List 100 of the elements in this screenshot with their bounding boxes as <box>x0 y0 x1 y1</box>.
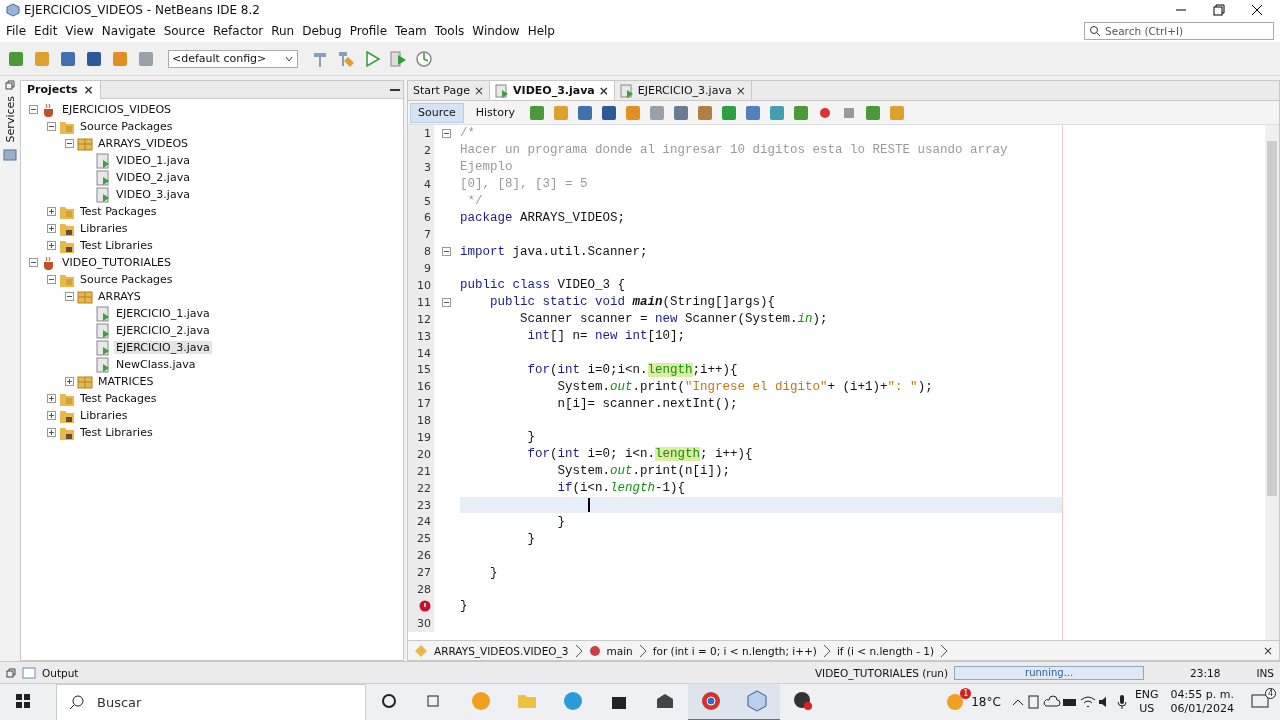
clock-time[interactable]: 04:55 p. m. <box>1170 688 1234 702</box>
package-icon <box>77 373 93 390</box>
tree-item[interactable]: Source Packages <box>78 120 175 133</box>
breadcrumb[interactable]: main <box>606 644 633 657</box>
search-icon <box>1089 25 1101 37</box>
collapse-toggle[interactable] <box>47 122 56 131</box>
menu-item[interactable]: Window <box>468 24 524 38</box>
scrollbar-thumb[interactable] <box>1267 141 1277 496</box>
menu-item[interactable]: Refactor <box>208 24 268 38</box>
wifi-icon[interactable] <box>1078 694 1097 710</box>
notification-badge: 1 <box>960 688 972 699</box>
search-field[interactable]: Search (Ctrl+I) <box>1084 22 1274 40</box>
database-icon[interactable] <box>3 148 17 163</box>
view-tab[interactable]: Source <box>410 102 464 123</box>
microphone-icon[interactable] <box>1114 694 1129 710</box>
collapse-toggle[interactable] <box>29 105 38 114</box>
expand-toggle[interactable] <box>65 377 74 386</box>
weather-icon[interactable] <box>945 692 966 712</box>
tree-item[interactable]: ARRAYS <box>96 290 143 303</box>
tree-item[interactable]: Test Libraries <box>78 239 155 252</box>
expand-toggle[interactable] <box>47 428 56 437</box>
chrome-icon[interactable] <box>701 691 721 711</box>
output-tab[interactable]: Output <box>42 666 79 679</box>
search-icon <box>69 694 85 710</box>
expand-toggle[interactable] <box>47 411 56 420</box>
menu-item[interactable]: Run <box>267 24 299 38</box>
config-dropdown[interactable]: <default config> <box>168 49 298 68</box>
editor-tab[interactable]: VIDEO_3.java × <box>490 81 615 100</box>
breadcrumb[interactable]: ARRAYS_VIDEOS.VIDEO_3 <box>434 644 569 657</box>
expand-toggle[interactable] <box>47 224 56 233</box>
view-tab[interactable]: History <box>467 102 523 123</box>
recorder-icon[interactable] <box>792 690 814 712</box>
tree-item[interactable]: VIDEO_TUTORIALES <box>60 256 173 269</box>
tree-item[interactable]: Libraries <box>78 409 130 422</box>
clock-date[interactable]: 06/01/2024 <box>1170 702 1234 716</box>
cortana-icon[interactable] <box>381 693 397 709</box>
tree-item[interactable]: Test Libraries <box>78 426 155 439</box>
menu-item[interactable]: File <box>2 24 31 38</box>
collapse-toggle[interactable] <box>47 275 56 284</box>
collapse-toggle[interactable] <box>29 258 38 267</box>
expand-toggle[interactable] <box>47 241 56 250</box>
close-tab-button[interactable]: × <box>474 83 485 98</box>
language[interactable]: ENG <box>1134 688 1159 702</box>
fold-toggle[interactable] <box>442 297 451 307</box>
collapse-toggle[interactable] <box>65 139 74 148</box>
tree-item[interactable]: EJERCICIO_2.java <box>114 324 212 337</box>
services-tab[interactable]: Services <box>3 96 17 143</box>
restore-window-icon[interactable] <box>5 80 15 90</box>
close-icon[interactable] <box>1251 4 1263 16</box>
cube-icon[interactable] <box>746 690 768 712</box>
fold-toggle[interactable] <box>442 128 451 138</box>
tree-item[interactable]: NewClass.java <box>114 358 198 371</box>
tree-item[interactable]: Test Packages <box>78 205 159 218</box>
code-line: System.out.print(n[i]); <box>556 464 731 479</box>
tree-item[interactable]: MATRICES <box>96 375 156 388</box>
edge-browser-icon[interactable] <box>563 691 583 711</box>
menu-item[interactable]: Tools <box>430 24 469 38</box>
projects-tab[interactable]: Projects × <box>21 80 101 99</box>
tree-item[interactable]: EJERCICIO_1.java <box>114 307 212 320</box>
collapse-toggle[interactable] <box>65 292 74 301</box>
fold-toggle[interactable] <box>442 247 451 257</box>
tab-label: VIDEO_3.java <box>513 84 595 97</box>
menu-item[interactable]: View <box>61 24 98 38</box>
close-tab-button[interactable]: × <box>598 83 609 98</box>
expand-toggle[interactable] <box>47 207 56 216</box>
menu-item[interactable]: Debug <box>298 24 346 38</box>
tree-item[interactable]: EJERCICIOS_VIDEOS <box>60 103 174 116</box>
tree-item[interactable]: VIDEO_1.java <box>114 154 192 167</box>
close-tab-button[interactable]: × <box>735 83 746 98</box>
restore-window-icon[interactable] <box>6 667 16 678</box>
close-tab-button[interactable]: × <box>83 82 94 97</box>
debug-icon[interactable] <box>388 48 408 69</box>
tree-item[interactable]: ARRAYS_VIDEOS <box>96 137 191 150</box>
package-icon <box>77 288 93 305</box>
tree-item[interactable]: Libraries <box>78 222 130 235</box>
cloud-off-icon[interactable] <box>1042 694 1061 710</box>
tree-item[interactable]: Source Packages <box>78 273 175 286</box>
menu-item[interactable]: Edit <box>30 24 62 38</box>
code-line: Hacer un programa donde al ingresar 10 digitos esta lo RESTE usando array <box>460 143 1008 158</box>
profile-icon[interactable] <box>414 48 434 69</box>
tree-item[interactable]: VIDEO_2.java <box>114 171 192 184</box>
windows-start-icon[interactable] <box>15 693 31 709</box>
breadcrumb[interactable]: for (int i = 0; i < n.length; i++) <box>652 644 817 657</box>
close-button[interactable]: × <box>1262 643 1273 658</box>
mail-icon[interactable] <box>655 691 675 711</box>
menu-item[interactable]: Navigate <box>97 24 160 38</box>
line-number: 18 <box>408 412 434 430</box>
menu-item[interactable]: Source <box>159 24 209 38</box>
restore-icon[interactable] <box>1213 4 1225 16</box>
tree-item[interactable]: EJERCICIO_3.java <box>114 341 212 354</box>
taskbar-search-field[interactable]: Buscar <box>56 683 366 720</box>
keyboard-region[interactable]: US <box>1139 702 1155 716</box>
tree-item[interactable]: VIDEO_3.java <box>114 188 192 201</box>
line-number: 16 <box>408 378 434 396</box>
menu-item[interactable]: Profile <box>345 24 391 38</box>
menu-item[interactable]: Help <box>523 24 559 38</box>
expand-toggle[interactable] <box>47 394 56 403</box>
breadcrumb[interactable]: if (i < n.length - 1) <box>836 644 935 657</box>
tree-item[interactable]: Test Packages <box>78 392 159 405</box>
menu-item[interactable]: Team <box>391 24 431 38</box>
